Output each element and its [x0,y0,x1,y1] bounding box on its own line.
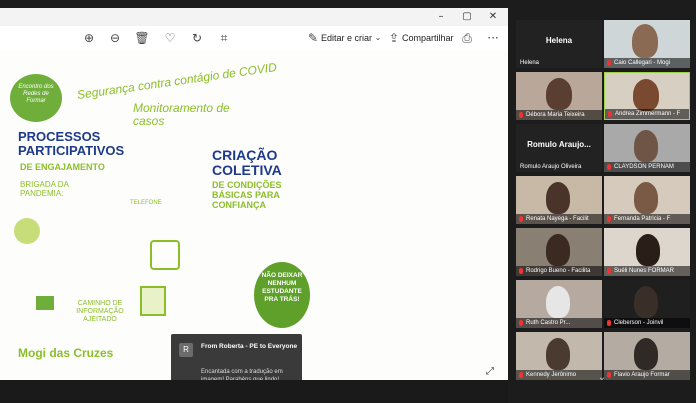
maximize-icon[interactable]: ▢ [456,10,478,24]
screen: – ▢ ✕ ⊕ ⊖ 🗑 ♡ ↻ ⌗ ✎ Editar e criar ⌄ ⇪ C… [0,0,696,403]
slogan-badge: NÃO DEIXAR NENHUM ESTUDANTE PRA TRÁS! [254,262,310,328]
mic-muted-icon [519,320,523,326]
participant-video [634,338,658,370]
participant-name: Flavio Araujo Formar [614,372,670,378]
monitor-text: Monitoramento de casos [133,101,230,128]
mic-muted-icon [519,268,523,274]
criacao-title: CRIAÇÃO COLETIVA [212,147,282,178]
participant-name: Kennedy Jerônimo [526,372,577,378]
zoom-out-icon[interactable]: ⊖ [106,30,124,46]
processos-subtitle: DE ENGAJAMENTO [20,162,105,172]
notification-message: Encantada com a tradução em imagem! Para… [201,369,283,380]
share-button[interactable]: Compartilhar [402,30,454,46]
mic-muted-icon [519,216,523,222]
rotate-icon[interactable]: ↻ [188,30,206,46]
zoom-in-icon[interactable]: ⊕ [80,30,98,46]
participant-name: Suéli Nunes FORMAR [614,268,675,274]
participant-video [634,182,658,214]
stamp-text: Encontro dos Redes de Formar [18,84,54,104]
participant-tile[interactable]: Renata Nayega - Facilit [516,176,602,224]
city-text: Mogi das Cruzes [18,346,114,360]
mic-muted-icon [607,164,611,170]
participant-center-name: Helena [545,36,573,45]
criacao-subtitle: DE CONDIÇÕES BÁSICAS PARA CONFIANÇA [212,180,282,210]
participant-tile[interactable]: Cleberson - Joinvil [604,280,690,328]
participant-tile[interactable]: Suéli Nunes FORMAR [604,228,690,276]
participant-video [632,24,658,58]
event-stamp: Encontro dos Redes de Formar [10,74,62,122]
crop-icon[interactable]: ⌗ [215,30,233,46]
person-doodle [14,218,40,244]
megaphone-doodle [36,296,54,310]
participant-tile[interactable]: Andrea Zimmermann - F [604,72,690,120]
photo-viewer-window: – ▢ ✕ ⊕ ⊖ 🗑 ♡ ↻ ⌗ ✎ Editar e criar ⌄ ⇪ C… [0,8,508,380]
participant-name: Cleberson - Joinvil [614,320,664,326]
minimize-icon[interactable]: – [430,10,452,24]
participant-name: CLAYDSON PERNAM [614,164,674,170]
participant-name: Débora Maria Teixeira [526,112,585,118]
participant-tile[interactable]: Rodrigo Bueno - Facilita [516,228,602,276]
participant-tile[interactable]: Romulo Araujo... Romulo Araujo Oliveira [516,124,602,172]
participant-name: Romulo Araujo Oliveira [520,164,582,170]
participant-video [546,182,570,214]
print-icon[interactable]: ⎙ [458,30,476,46]
participant-video [546,234,570,266]
chevron-down-icon[interactable]: ⌄ [594,372,610,384]
processos-title: PROCESSOS PARTICIPATIVOS [18,129,125,158]
share-icon[interactable]: ⇪ [385,30,403,46]
participant-name: Rodrigo Bueno - Facilita [526,268,591,274]
participant-name: Renata Nayega - Facilit [526,216,589,222]
delete-icon[interactable]: 🗑 [133,30,151,46]
brigada-text: BRIGADA DA PANDEMIA: [20,180,69,198]
notification-sender: From Roberta - PE to Everyone [201,343,298,350]
participant-video [636,234,660,266]
participant-tile[interactable]: Caio Callegari - Mogi [604,20,690,68]
meeting-controls-bar [0,380,508,403]
graphic-recording-image: Encontro dos Redes de Formar Segurança c… [0,50,508,380]
title-bar: – ▢ ✕ [0,8,508,26]
mic-muted-icon [607,320,611,326]
participant-tile[interactable]: Fernanda Patricia - F [604,176,690,224]
participant-tile[interactable]: Ruth Castro Pr... [516,280,602,328]
participant-video [633,79,659,111]
more-icon[interactable]: ··· [484,30,502,46]
mic-muted-icon [519,372,523,378]
participant-tile[interactable]: CLAYDSON PERNAM [604,124,690,172]
mic-muted-icon [519,112,523,118]
participant-tile[interactable]: Kennedy Jerônimo [516,332,602,380]
participant-video [546,286,570,318]
participant-tile[interactable]: Débora Maria Teixeira [516,72,602,120]
participant-video [546,338,570,370]
participant-tile[interactable]: Flavio Araujo Formar [604,332,690,380]
participant-name: Ruth Castro Pr... [526,320,571,326]
sender-avatar: R [179,343,193,357]
participant-video [634,286,658,318]
participant-gallery: Helena Helena Caio Callegari - Mogi Débo… [512,8,696,398]
viewer-toolbar: ⊕ ⊖ 🗑 ♡ ↻ ⌗ ✎ Editar e criar ⌄ ⇪ Compart… [0,26,508,50]
edit-create-button[interactable]: Editar e criar [321,30,372,46]
participant-name: Helena [520,60,540,66]
caminho-text: CAMINHO DE INFORMAÇÃO AJEITADO [76,300,124,323]
expand-icon[interactable]: ⤢ [486,366,498,378]
slogan-text: NÃO DEIXAR NENHUM ESTUDANTE PRA TRÁS! [261,272,303,303]
edit-icon[interactable]: ✎ [304,30,322,46]
participant-name: Andrea Zimmermann - F [615,111,681,117]
headline-text: Segurança contra contágio de COVID [76,60,278,102]
participant-video [546,78,572,110]
participant-name: Fernanda Patricia - F [614,216,671,222]
mic-muted-icon [608,111,612,117]
participant-video [634,130,658,162]
chat-notification[interactable]: R From Roberta - PE to Everyone Encantad… [171,334,302,380]
participant-center-name: Romulo Araujo... [527,140,591,149]
mic-muted-icon [607,216,611,222]
participant-tile[interactable]: Helena Helena [516,20,602,68]
form-doodle [140,286,166,316]
building-doodle [150,240,180,270]
heart-icon[interactable]: ♡ [161,30,179,46]
close-icon[interactable]: ✕ [482,10,504,24]
mic-muted-icon [607,268,611,274]
telefone-text: TELEFONE [130,200,162,206]
participant-name: Caio Callegari - Mogi [614,60,671,66]
mic-muted-icon [607,60,611,66]
